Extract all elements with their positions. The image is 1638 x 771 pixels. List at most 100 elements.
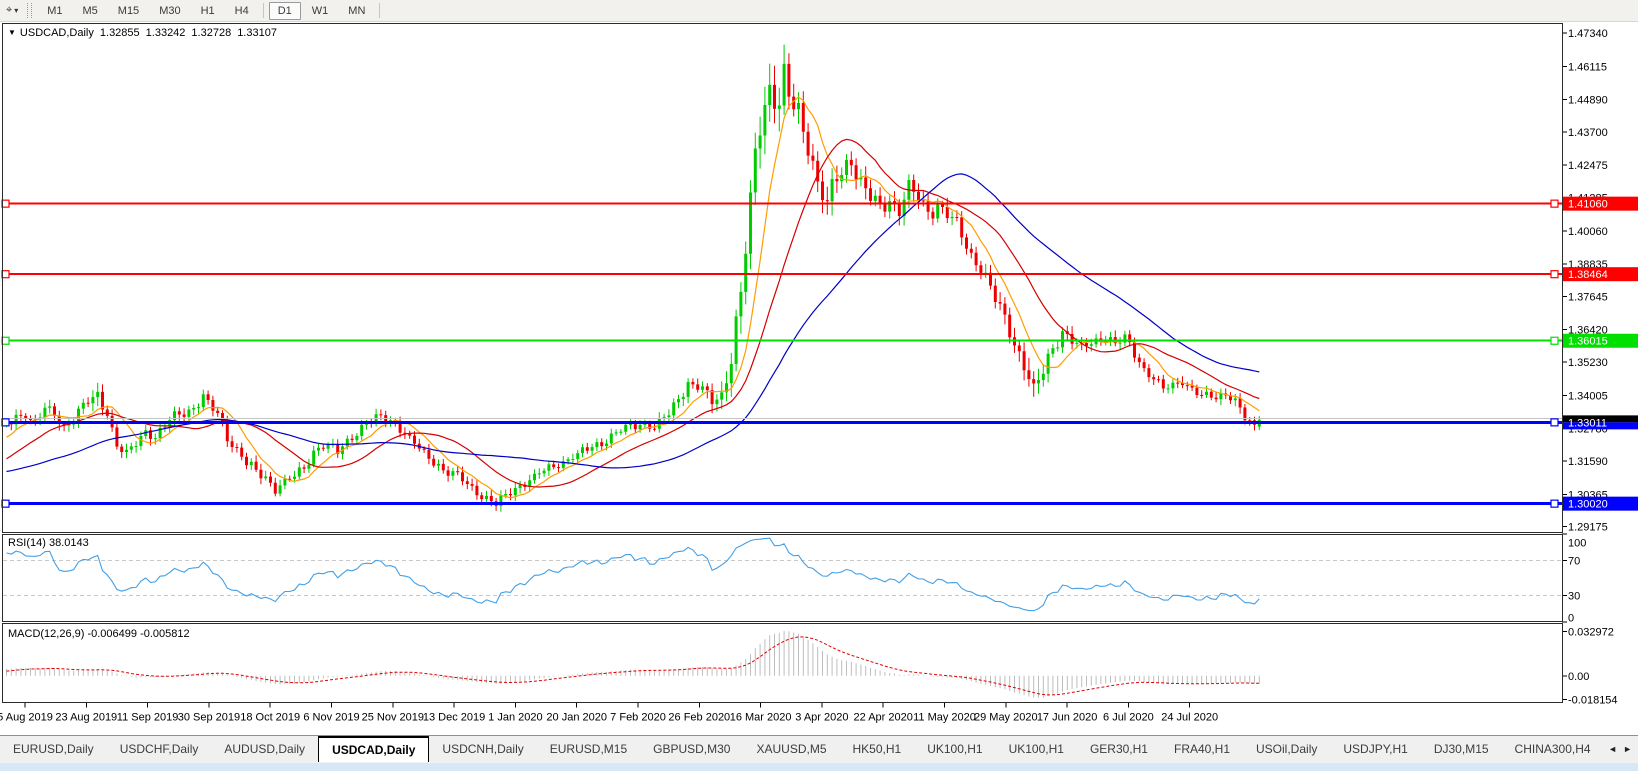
- candle-wicks-down: [10, 53, 1255, 511]
- y-axis-label: 1.43700: [1568, 127, 1608, 139]
- y-axis-label: 1.42475: [1568, 160, 1608, 172]
- x-axis-label: 16 Mar 2020: [730, 712, 792, 724]
- hline-price-label: 1.38464: [1568, 269, 1608, 281]
- tab-eurusd-daily[interactable]: EURUSD,Daily: [0, 736, 107, 762]
- tab-usdjpy-h1[interactable]: USDJPY,H1: [1330, 736, 1420, 762]
- y-axis-label: 1.40060: [1568, 226, 1608, 238]
- mt4-window: ⌖ ▾ M1 M5 M15 M30 H1 H4 D1 W1 MN 1.47340 1.46115 1…: [0, 0, 1638, 771]
- x-axis-label: 26 Feb 2020: [668, 712, 730, 724]
- tab-fra40-h1[interactable]: FRA40,H1: [1161, 736, 1243, 762]
- chart-tab-bar: EURUSD,Daily USDCHF,Daily AUDUSD,Daily USDC…: [0, 735, 1638, 762]
- moving-average-45: [6, 173, 1260, 473]
- hline-price-label: 1.41060: [1568, 199, 1608, 211]
- chart-canvas[interactable]: 1.473401.461151.448901.437001.424751.412…: [0, 23, 1638, 733]
- hline-right-handle[interactable]: [1550, 499, 1559, 508]
- x-axis-label: 13 Dec 2019: [423, 712, 485, 724]
- hline-right-handle[interactable]: [1550, 418, 1559, 427]
- y-axis-label: 1.44890: [1568, 95, 1608, 107]
- toolbar-grip: [27, 3, 33, 18]
- tab-usdchf-daily[interactable]: USDCHF,Daily: [107, 736, 212, 762]
- macd-signal-line: [6, 636, 1260, 696]
- macd-axis-label: 0.032972: [1568, 627, 1614, 639]
- timeframe-toolbar: ⌖ ▾ M1 M5 M15 M30 H1 H4 D1 W1 MN: [0, 0, 1638, 22]
- x-axis-label: 17 Jun 2020: [1037, 712, 1098, 724]
- timeframe-button-h1[interactable]: H1: [192, 2, 224, 20]
- cursor-tool-button[interactable]: ⌖ ▾: [2, 3, 22, 18]
- x-axis-label: 5 Aug 2019: [0, 712, 53, 724]
- macd-axis-label: 0.00: [1568, 671, 1589, 683]
- hline-left-handle[interactable]: [1, 336, 10, 345]
- macd-axis-label: -0.018154: [1568, 695, 1618, 707]
- y-axis-label: 1.47340: [1568, 28, 1608, 40]
- x-axis-label: 18 Oct 2019: [240, 712, 300, 724]
- rsi-axis-label: 30: [1568, 591, 1580, 603]
- timeframe-button-mn[interactable]: MN: [339, 2, 374, 20]
- timeframe-button-m1[interactable]: M1: [38, 2, 71, 20]
- y-axis-label: 1.35230: [1568, 357, 1608, 369]
- x-axis-label: 1 Jan 2020: [488, 712, 542, 724]
- tab-usoil-daily[interactable]: USOil,Daily: [1243, 736, 1330, 762]
- timeframe-button-m5[interactable]: M5: [74, 2, 107, 20]
- macd-histogram: [6, 630, 1260, 698]
- hline-price-label: 1.30020: [1568, 499, 1608, 511]
- x-axis-label: 20 Jan 2020: [546, 712, 607, 724]
- rsi-axis-label: 70: [1568, 555, 1580, 567]
- x-axis-label: 11 May 2020: [913, 712, 976, 724]
- y-axis-label: 1.46115: [1568, 61, 1607, 73]
- tab-nav: ◄ ►: [1602, 736, 1638, 762]
- hline-price-label: 1.36015: [1568, 336, 1608, 348]
- timeframe-button-d1[interactable]: D1: [268, 1, 301, 20]
- chevron-down-icon: ▾: [14, 6, 19, 15]
- tab-gbpusd-m30[interactable]: GBPUSD,M30: [640, 736, 743, 762]
- hline-right-handle[interactable]: [1550, 336, 1559, 345]
- tab-hk50-h1[interactable]: HK50,H1: [840, 736, 915, 762]
- x-axis-label: 11 Sep 2019: [117, 712, 179, 724]
- moving-average-20: [6, 138, 1260, 488]
- candle-bodies-down: [9, 63, 1256, 506]
- hline-right-handle[interactable]: [1550, 270, 1559, 279]
- hline-right-handle[interactable]: [1550, 199, 1559, 208]
- candle-wicks-up: [6, 44, 1260, 512]
- x-axis-label: 6 Jul 2020: [1103, 712, 1154, 724]
- hline-left-handle[interactable]: [1, 499, 10, 508]
- timeframe-button-w1[interactable]: W1: [303, 2, 338, 20]
- tab-china300-h4[interactable]: CHINA300,H4: [1502, 736, 1603, 762]
- timeframe-button-h4[interactable]: H4: [226, 2, 258, 20]
- candle-bodies-up: [5, 63, 1261, 506]
- x-axis-label: 3 Apr 2020: [795, 712, 848, 724]
- tab-dj30-m15[interactable]: DJ30,M15: [1421, 736, 1502, 762]
- tab-scroll-left-icon[interactable]: ◄: [1608, 744, 1617, 754]
- x-axis-label: 25 Nov 2019: [362, 712, 424, 724]
- hline-price-label: 1.33011: [1568, 417, 1607, 429]
- macd-pane-border: [2, 623, 1563, 703]
- y-axis-label: 1.37645: [1568, 291, 1608, 303]
- timeframe-button-m15[interactable]: M15: [109, 2, 148, 20]
- y-axis-label: 1.34005: [1568, 390, 1608, 402]
- cursor-tool-icon: ⌖: [6, 4, 13, 16]
- rsi-pane-border: [2, 534, 1563, 622]
- rsi-line: [6, 537, 1260, 612]
- tab-xauusd-m5[interactable]: XAUUSD,M5: [743, 736, 839, 762]
- x-axis-label: 23 Aug 2019: [55, 712, 117, 724]
- moving-average-8: [6, 96, 1260, 499]
- tab-uk100-h1[interactable]: UK100,H1: [914, 736, 995, 762]
- x-axis-label: 24 Jul 2020: [1161, 712, 1218, 724]
- y-axis-label: 1.29175: [1568, 522, 1608, 534]
- tab-ger30-h1[interactable]: GER30,H1: [1077, 736, 1161, 762]
- tab-audusd-daily[interactable]: AUDUSD,Daily: [211, 736, 318, 762]
- tab-scroll-right-icon[interactable]: ►: [1623, 744, 1632, 754]
- rsi-axis-label: 100: [1568, 538, 1586, 550]
- tab-eurusd-m15[interactable]: EURUSD,M15: [537, 736, 640, 762]
- rsi-axis-label: 0: [1568, 613, 1574, 625]
- hline-left-handle[interactable]: [1, 270, 10, 279]
- x-axis-label: 30 Sep 2019: [178, 712, 240, 724]
- y-axis-label: 1.31590: [1568, 456, 1608, 468]
- tab-usdcnh-daily[interactable]: USDCNH,Daily: [429, 736, 536, 762]
- hline-left-handle[interactable]: [1, 199, 10, 208]
- x-axis-label: 6 Nov 2019: [303, 712, 359, 724]
- hline-left-handle[interactable]: [1, 418, 10, 427]
- timeframe-button-m30[interactable]: M30: [150, 2, 189, 20]
- tab-usdcad-daily[interactable]: USDCAD,Daily: [318, 736, 430, 762]
- tab-uk100-h1[interactable]: UK100,H1: [996, 736, 1077, 762]
- bottom-strip: [0, 762, 1638, 771]
